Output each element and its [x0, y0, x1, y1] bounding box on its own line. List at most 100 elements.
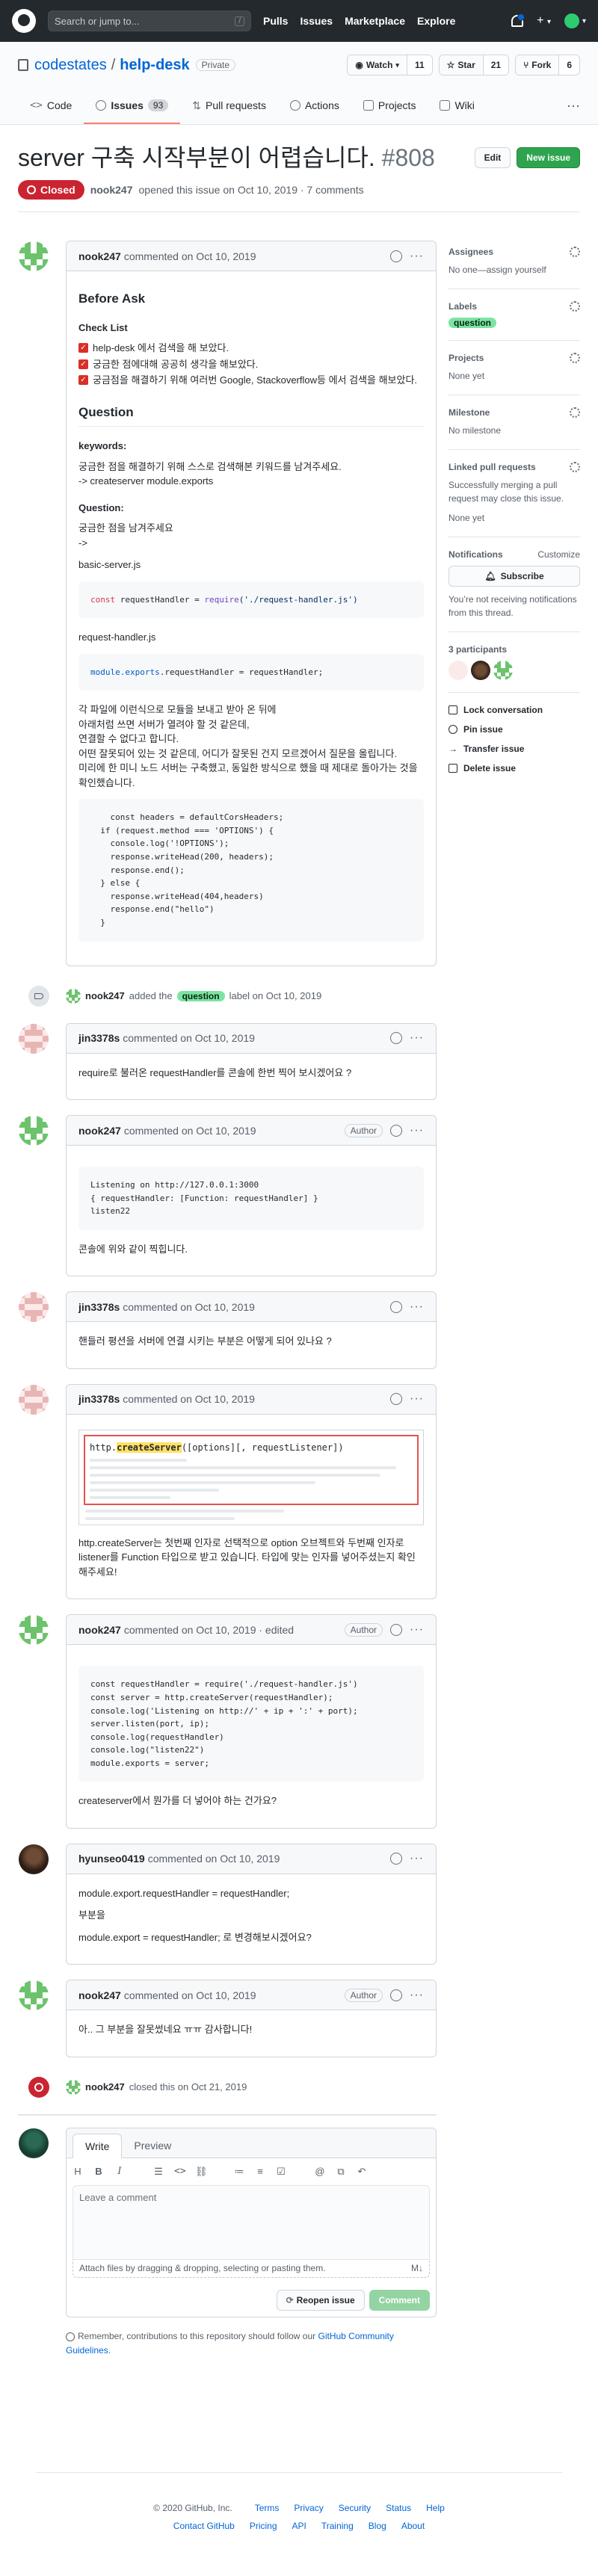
tab-write[interactable]: Write: [73, 2133, 123, 2158]
gear-icon[interactable]: [570, 462, 580, 472]
italic-icon[interactable]: I: [114, 2166, 125, 2177]
add-reaction-smiley-icon[interactable]: [390, 1300, 403, 1313]
comment-options-kebab-icon[interactable]: ···: [410, 1623, 424, 1637]
add-reaction-smiley-icon[interactable]: [390, 1124, 403, 1137]
comment-author[interactable]: hyunseo0419: [78, 1853, 145, 1865]
footer-link[interactable]: Contact GitHub: [173, 2521, 235, 2531]
nav-marketplace[interactable]: Marketplace: [345, 15, 405, 27]
projects-heading[interactable]: Projects: [449, 353, 484, 363]
comment-options-kebab-icon[interactable]: ···: [410, 1392, 424, 1406]
footer-link[interactable]: API: [292, 2521, 306, 2531]
comment-author[interactable]: jin3378s: [78, 1301, 120, 1313]
comment-author[interactable]: nook247: [78, 1624, 121, 1636]
attach-files-area[interactable]: Attach files by dragging & dropping, sel…: [73, 2259, 430, 2278]
add-reaction-smiley-icon[interactable]: [390, 1393, 403, 1406]
linked-prs-heading[interactable]: Linked pull requests: [449, 462, 536, 472]
comment-options-kebab-icon[interactable]: ···: [410, 1300, 424, 1314]
avatar[interactable]: [19, 1023, 49, 1054]
avatar[interactable]: [19, 2128, 49, 2158]
fork-button[interactable]: ⑂ Fork 6: [515, 55, 580, 75]
avatar[interactable]: [19, 1384, 49, 1415]
comment-options-kebab-icon[interactable]: ···: [410, 1852, 424, 1865]
tab-pull-requests[interactable]: ⇅ Pull requests: [180, 88, 278, 124]
participant-avatar[interactable]: [471, 661, 490, 680]
comment-author[interactable]: jin3378s: [78, 1393, 120, 1405]
comment-time[interactable]: commented on Oct 10, 2019: [124, 1989, 256, 2001]
footer-link[interactable]: Pricing: [250, 2521, 277, 2531]
avatar[interactable]: [19, 1844, 49, 1874]
nav-pulls[interactable]: Pulls: [263, 15, 288, 27]
task-list-icon[interactable]: ☑: [276, 2166, 286, 2178]
star-button[interactable]: ☆ Star 21: [438, 55, 510, 75]
footer-link[interactable]: Training: [321, 2521, 354, 2531]
edit-title-button[interactable]: Edit: [474, 147, 511, 168]
footer-link[interactable]: Terms: [255, 2503, 280, 2513]
add-reaction-smiley-icon[interactable]: [390, 250, 403, 262]
lock-conversation-link[interactable]: Lock conversation: [449, 705, 580, 715]
comment-options-kebab-icon[interactable]: ···: [410, 1031, 424, 1045]
footer-link[interactable]: Help: [426, 2503, 445, 2513]
more-tabs-kebab-icon[interactable]: ⋯: [567, 88, 580, 124]
event-author[interactable]: nook247: [85, 2081, 125, 2092]
watch-button[interactable]: ◉ Watch ▾ 11: [347, 55, 433, 75]
tab-preview[interactable]: Preview: [122, 2134, 183, 2158]
reply-icon[interactable]: ↶: [357, 2166, 367, 2178]
notifications-bell-icon[interactable]: [511, 13, 525, 27]
gear-icon[interactable]: [570, 407, 580, 418]
checkbox-checked-icon[interactable]: ✓: [78, 343, 88, 353]
watch-count[interactable]: 11: [407, 55, 432, 75]
avatar[interactable]: [66, 2079, 81, 2095]
comment-author[interactable]: nook247: [78, 1125, 121, 1137]
reopen-issue-button[interactable]: ⟳ Reopen issue: [276, 2289, 365, 2311]
numbered-list-icon[interactable]: ≡: [255, 2166, 265, 2177]
footer-link[interactable]: Privacy: [294, 2503, 323, 2513]
nav-explore[interactable]: Explore: [417, 15, 455, 27]
avatar[interactable]: [19, 1116, 49, 1146]
avatar[interactable]: [19, 1292, 49, 1323]
milestone-heading[interactable]: Milestone: [449, 407, 490, 418]
assignees-value[interactable]: No one—assign yourself: [449, 263, 580, 277]
label-question[interactable]: question: [449, 318, 496, 328]
avatar[interactable]: [19, 1980, 49, 2011]
labels-heading[interactable]: Labels: [449, 301, 477, 312]
pin-issue-link[interactable]: Pin issue: [449, 724, 580, 735]
subscribe-button[interactable]: 🔔︎ Subscribe: [449, 566, 580, 587]
comment-time[interactable]: commented on Oct 10, 2019: [123, 1301, 255, 1313]
nav-issues[interactable]: Issues: [300, 15, 333, 27]
search-input[interactable]: Search or jump to... /: [48, 10, 251, 31]
gear-icon[interactable]: [570, 247, 580, 257]
comment-time[interactable]: commented on Oct 10, 2019: [148, 1853, 280, 1865]
footer-link[interactable]: Security: [339, 2503, 371, 2513]
issue-author-link[interactable]: nook247: [90, 184, 133, 196]
create-new-plus-icon[interactable]: + ▾: [537, 14, 551, 28]
comment-time[interactable]: commented on Oct 10, 2019: [123, 1393, 255, 1405]
checkbox-checked-icon[interactable]: ✓: [78, 375, 88, 386]
transfer-issue-link[interactable]: → Transfer issue: [449, 744, 580, 754]
comment-time[interactable]: commented on Oct 10, 2019: [124, 1125, 256, 1137]
gear-icon[interactable]: [570, 353, 580, 363]
user-menu[interactable]: ▾: [564, 13, 586, 28]
add-reaction-smiley-icon[interactable]: [390, 1989, 403, 2001]
comment-author[interactable]: nook247: [78, 250, 121, 262]
assignees-heading[interactable]: Assignees: [449, 247, 493, 257]
github-logo-icon[interactable]: [12, 9, 36, 33]
link-icon[interactable]: ⛓: [195, 2166, 208, 2178]
repo-owner-link[interactable]: codestates: [34, 57, 107, 74]
gear-icon[interactable]: [570, 301, 580, 312]
delete-issue-link[interactable]: Delete issue: [449, 763, 580, 773]
comment-time[interactable]: commented on Oct 10, 2019: [124, 250, 256, 262]
comment-author[interactable]: nook247: [78, 1989, 121, 2001]
comment-options-kebab-icon[interactable]: ···: [410, 1124, 424, 1137]
avatar[interactable]: [19, 241, 49, 271]
participant-avatar[interactable]: [493, 661, 513, 680]
tab-code[interactable]: <> Code: [18, 88, 84, 124]
customize-link[interactable]: Customize: [537, 549, 580, 560]
comment-time[interactable]: commented on Oct 10, 2019 · edited: [124, 1624, 294, 1636]
comment-options-kebab-icon[interactable]: ···: [410, 250, 424, 263]
repo-name-link[interactable]: help-desk: [120, 57, 189, 74]
tab-actions[interactable]: Actions: [278, 88, 351, 124]
add-reaction-smiley-icon[interactable]: [390, 1623, 403, 1636]
cross-reference-icon[interactable]: ⧉: [336, 2166, 346, 2178]
tab-wiki[interactable]: Wiki: [428, 88, 486, 124]
footer-link[interactable]: Blog: [369, 2521, 386, 2531]
